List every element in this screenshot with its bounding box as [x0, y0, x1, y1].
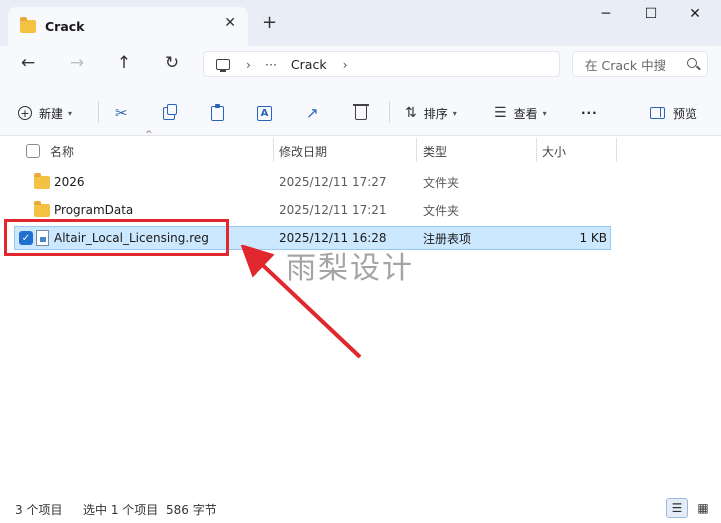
back-button[interactable]: ← — [15, 53, 41, 75]
column-header-size[interactable]: 大小 — [542, 140, 566, 162]
search-icon[interactable] — [687, 58, 701, 71]
close-window-button[interactable]: ✕ — [682, 6, 708, 26]
file-size: 1 KB — [579, 231, 607, 245]
sort-arrow-icon: ^ — [145, 130, 153, 140]
more-options-button[interactable]: ··· — [581, 103, 598, 123]
clipboard-icon — [211, 103, 224, 121]
refresh-button[interactable]: ↻ — [159, 53, 185, 75]
file-type: 注册表项 — [423, 231, 472, 246]
preview-label: 预览 — [673, 106, 698, 121]
up-button[interactable]: ↑ — [111, 53, 137, 75]
rename-button[interactable]: A — [257, 103, 272, 123]
status-selected-size: 586 字节 — [166, 503, 217, 517]
copy-icon — [163, 103, 177, 120]
sort-label: 排序 — [423, 106, 448, 121]
view-button[interactable]: ☰ 查看 ▾ — [494, 103, 547, 123]
sort-button[interactable]: ⇅ 排序 ▾ — [405, 103, 457, 123]
new-tab-button[interactable]: + — [262, 12, 277, 33]
share-button[interactable]: ↗ — [306, 103, 319, 123]
select-all-checkbox[interactable] — [26, 140, 40, 162]
status-item-count: 3 个项目 — [15, 503, 63, 517]
folder-icon — [34, 170, 50, 194]
column-divider[interactable] — [616, 138, 617, 162]
file-modified: 2025/12/11 17:27 — [279, 175, 387, 189]
preview-pane-icon — [650, 107, 665, 119]
preview-button[interactable]: 预览 — [650, 103, 697, 123]
breadcrumb-separator-icon[interactable]: › — [246, 57, 251, 72]
column-header-name[interactable]: 名称 — [50, 140, 74, 162]
breadcrumb-more[interactable]: ··· — [265, 57, 277, 72]
chevron-down-icon: ▾ — [542, 108, 547, 118]
minimize-button[interactable]: ─ — [593, 6, 619, 26]
checkbox-icon[interactable] — [26, 144, 40, 158]
copy-button[interactable] — [163, 103, 177, 123]
breadcrumb-chevron-icon[interactable]: › — [343, 57, 348, 72]
chevron-down-icon: ▾ — [452, 108, 457, 118]
column-divider[interactable] — [416, 138, 417, 162]
sort-icon: ⇅ — [405, 105, 417, 121]
tab-close-icon[interactable]: ✕ — [224, 15, 236, 31]
details-view-icon: ☰ — [671, 501, 683, 515]
list-view-icon: ☰ — [494, 105, 507, 121]
paste-button[interactable] — [211, 103, 224, 123]
file-name[interactable]: 2026 — [54, 170, 85, 194]
column-divider[interactable] — [273, 138, 274, 162]
table-row[interactable]: 2026 2025/12/11 17:27 文件夹 — [14, 170, 611, 194]
red-highlight-box — [4, 219, 229, 256]
monitor-icon[interactable] — [216, 58, 230, 72]
toolbar-divider — [98, 101, 99, 123]
toolbar-divider — [389, 101, 390, 123]
details-view-button[interactable]: ☰ — [666, 498, 688, 518]
column-header-type[interactable]: 类型 — [423, 140, 447, 162]
scissors-icon: ✂ — [115, 104, 128, 122]
tab-title: Crack — [45, 19, 85, 34]
plus-circle-icon: + — [18, 106, 32, 120]
file-type: 文件夹 — [423, 175, 460, 190]
share-icon: ↗ — [306, 104, 319, 122]
tab-crack[interactable]: Crack ✕ — [8, 7, 248, 46]
folder-icon — [20, 17, 36, 33]
column-header-modified[interactable]: 修改日期 — [279, 140, 327, 162]
breadcrumb-crack[interactable]: Crack — [291, 57, 327, 72]
status-selected: 选中 1 个项目 — [83, 503, 159, 517]
delete-button[interactable] — [353, 103, 369, 123]
file-type: 文件夹 — [423, 203, 460, 218]
tiles-view-icon: ▦ — [697, 501, 709, 515]
maximize-button[interactable]: ☐ — [638, 6, 664, 26]
file-modified: 2025/12/11 17:21 — [279, 203, 387, 217]
search-input[interactable]: 在 Crack 中搜 — [585, 55, 666, 74]
address-bar[interactable]: › ··· Crack › — [203, 51, 560, 77]
chevron-down-icon: ▾ — [68, 108, 73, 118]
search-box[interactable]: 在 Crack 中搜 — [572, 51, 708, 77]
column-divider[interactable] — [536, 138, 537, 162]
trash-icon — [353, 104, 369, 120]
rename-icon: A — [257, 105, 272, 121]
new-button[interactable]: + 新建 ▾ — [18, 103, 72, 123]
tiles-view-button[interactable]: ▦ — [692, 498, 714, 518]
watermark-text: 雨梨设计 — [286, 251, 414, 286]
cut-button[interactable]: ✂ — [115, 103, 128, 123]
view-label: 查看 — [513, 106, 538, 121]
forward-button[interactable]: → — [64, 53, 90, 75]
new-label: 新建 — [39, 106, 64, 121]
